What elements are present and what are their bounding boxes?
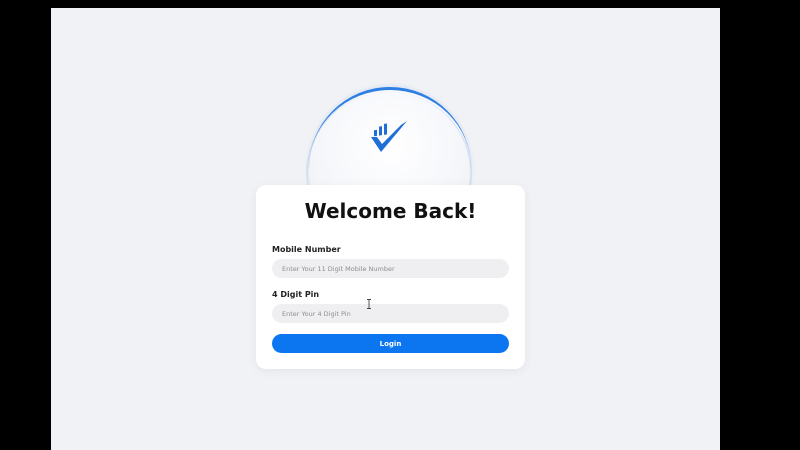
- login-card: Welcome Back! Mobile Number 4 Digit Pin …: [256, 185, 525, 369]
- mobile-number-input[interactable]: [272, 259, 509, 278]
- pin-label: 4 Digit Pin: [272, 290, 320, 299]
- login-button[interactable]: Login: [272, 334, 509, 353]
- page-title: Welcome Back!: [304, 199, 477, 223]
- page-viewport: Welcome Back! Mobile Number 4 Digit Pin …: [51, 8, 720, 450]
- pin-input[interactable]: [272, 304, 509, 323]
- text-cursor-icon: [367, 299, 371, 309]
- checkmark-logo-icon: [371, 121, 407, 152]
- mobile-number-label: Mobile Number: [272, 245, 341, 254]
